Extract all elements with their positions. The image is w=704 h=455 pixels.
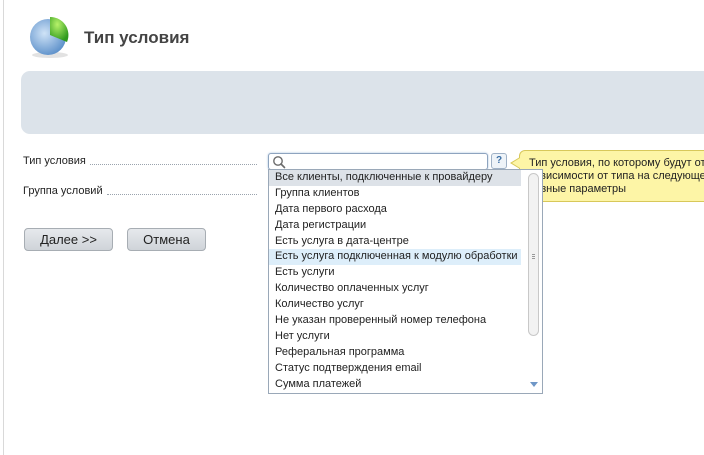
dropdown-option[interactable]: Дата регистрации (269, 218, 521, 234)
dropdown-option[interactable]: Количество услуг (269, 297, 521, 313)
dropdown-scrollbar[interactable] (526, 170, 542, 393)
left-border (3, 0, 4, 455)
dropdown-option[interactable]: Статус подтверждения email (269, 361, 521, 377)
dropdown-option[interactable]: Все клиенты, подключенные к провайдеру (269, 170, 521, 186)
next-button[interactable]: Далее >> (24, 228, 113, 251)
condition-type-label: Тип условия (23, 155, 86, 167)
grip-line (532, 254, 535, 255)
dropdown-option[interactable]: Сумма платежей (269, 377, 521, 393)
dropdown-option[interactable]: Группа клиентов (269, 186, 521, 202)
dropdown-option[interactable]: Нет услуги (269, 329, 521, 345)
cancel-button[interactable]: Отмена (127, 228, 206, 251)
search-icon (273, 156, 286, 169)
tooltip-pointer-fill (512, 158, 520, 168)
grip-line (532, 258, 535, 259)
scroll-down-arrow-icon[interactable] (530, 382, 538, 387)
condition-group-label: Группа условий (23, 185, 103, 197)
info-banner (21, 71, 704, 134)
dropdown-option[interactable]: Есть услуга в дата-центре (269, 234, 521, 250)
tooltip-line: зависимости от типа на следующе (529, 170, 704, 182)
dropdown-option[interactable]: Количество оплаченных услуг (269, 281, 521, 297)
label-leader (107, 194, 257, 195)
help-tooltip: Тип условия, по которому будут от зависи… (519, 150, 704, 202)
tooltip-line: Тип условия, по которому будут от (529, 157, 704, 169)
dropdown-option[interactable]: Не указан проверенный номер телефона (269, 313, 521, 329)
condition-type-search[interactable] (268, 153, 488, 170)
condition-type-dropdown[interactable]: Все клиенты, подключенные к провайдеру Г… (268, 169, 543, 394)
help-button[interactable]: ? (491, 153, 507, 169)
page-title: Тип условия (84, 28, 190, 47)
tooltip-line: разные параметры (529, 183, 626, 195)
label-leader (90, 164, 257, 165)
dropdown-option[interactable]: Реферальная программа (269, 345, 521, 361)
dropdown-option[interactable]: Есть услуга подключенная к модулю обрабо… (269, 249, 521, 266)
search-input[interactable] (287, 154, 483, 169)
scroll-thumb[interactable] (528, 173, 539, 336)
dropdown-option[interactable]: Дата первого расхода (269, 202, 521, 218)
dropdown-option[interactable]: Есть услуги (269, 265, 521, 281)
grip-line (532, 256, 535, 257)
pie-chart-logo-icon (30, 16, 69, 58)
